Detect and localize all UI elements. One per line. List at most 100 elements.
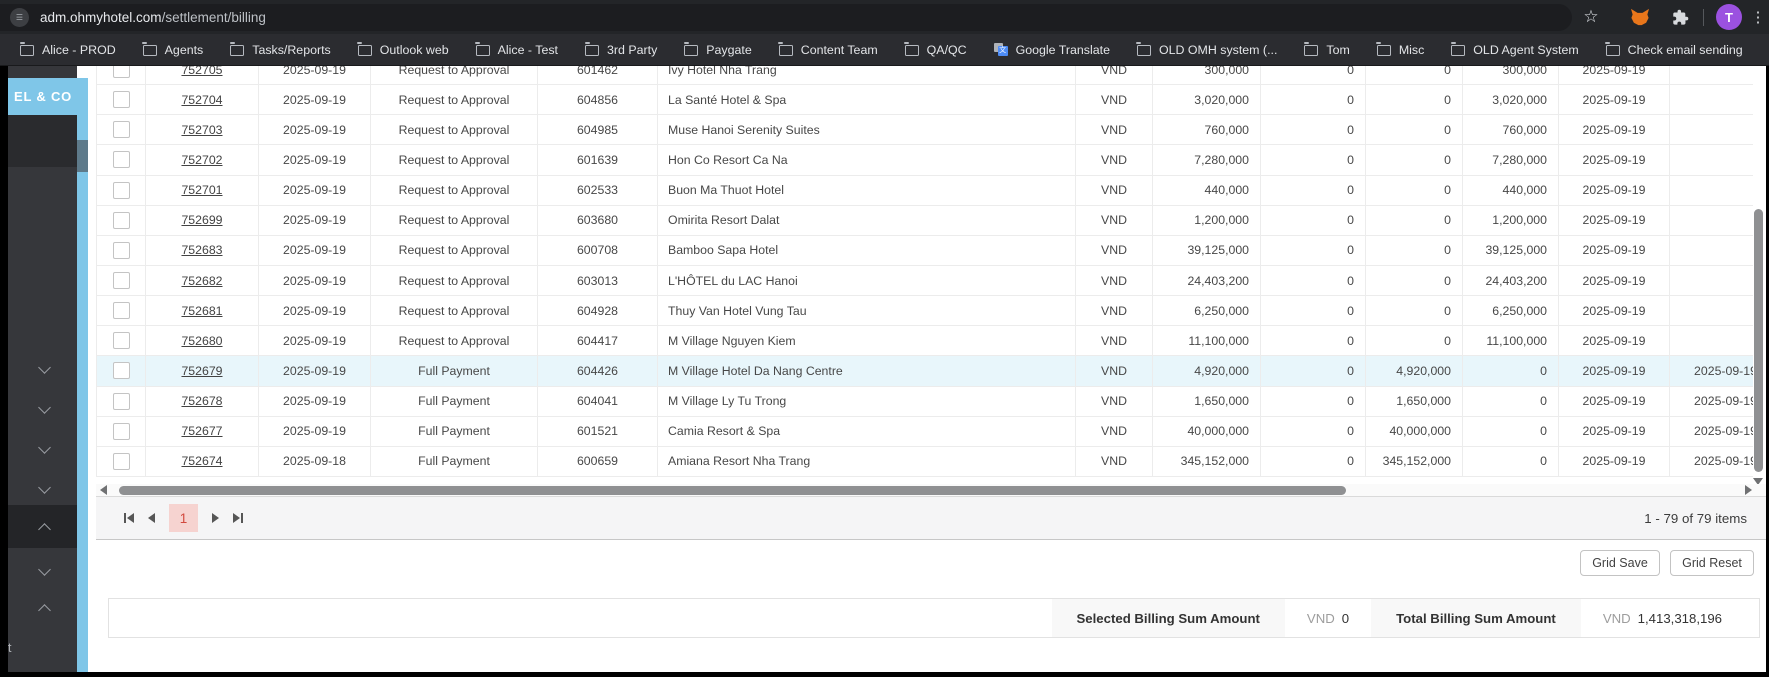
bookmark-folder[interactable]: Tasks/Reports	[229, 42, 331, 57]
property-no-cell: 600708	[538, 235, 658, 265]
status-cell: Request to Approval	[371, 145, 538, 175]
billing-id-link[interactable]: 752681	[181, 304, 222, 318]
sidebar-scroll-thumb[interactable]	[77, 140, 88, 172]
table-row: 752704 2025-09-19 Request to Approval 60485…	[96, 85, 1753, 116]
row-checkbox[interactable]	[112, 211, 130, 229]
bookmark-folder[interactable]: OLD Agent System	[1450, 42, 1579, 57]
billing-id-cell: 752701	[146, 175, 259, 205]
billing-amount-cell: 1,200,000	[1153, 205, 1261, 235]
sidebar-footer-label: it	[8, 640, 12, 655]
bookmark-star-icon[interactable]: ☆	[1578, 0, 1604, 34]
bookmark-folder[interactable]: 文 Google Translate	[993, 43, 1110, 57]
bookmark-folder[interactable]: QA/QC	[904, 42, 967, 57]
row-checkbox[interactable]	[112, 422, 130, 440]
bookmark-folder[interactable]: Agents	[142, 42, 204, 57]
bookmark-folder[interactable]: Alice - PROD	[19, 42, 116, 57]
property-no-cell: 601521	[538, 416, 658, 446]
bookmark-folder[interactable]: OLD OMH system (...	[1136, 42, 1277, 57]
bookmark-folder[interactable]: Misc	[1376, 42, 1425, 57]
billing-id-link[interactable]: 752701	[181, 183, 222, 197]
bookmark-label: Paygate	[706, 42, 752, 57]
bookmark-folder[interactable]: Tom	[1303, 42, 1350, 57]
site-info-icon[interactable]: ☰	[10, 8, 29, 27]
row-checkbox[interactable]	[112, 151, 130, 169]
profile-avatar[interactable]: T	[1716, 4, 1742, 30]
billing-id-link[interactable]: 752677	[181, 424, 222, 438]
google-translate-icon: 文	[993, 43, 1008, 56]
row-checkbox-cell	[96, 446, 146, 476]
row-checkbox[interactable]	[112, 181, 130, 199]
property-name-cell: M Village Ly Tu Trong	[658, 386, 1076, 416]
bookmark-folder[interactable]: 3rd Party	[584, 42, 657, 57]
payment-date-cell	[1670, 176, 1753, 205]
billing-id-link[interactable]: 752678	[181, 394, 222, 408]
billing-id-link[interactable]: 752679	[181, 364, 222, 378]
row-checkbox[interactable]	[112, 392, 130, 410]
property-name-cell: Bamboo Sapa Hotel	[658, 235, 1076, 265]
pager-prev-button[interactable]	[148, 513, 155, 523]
row-checkbox[interactable]	[112, 302, 130, 320]
horizontal-scrollbar-thumb[interactable]	[119, 486, 1346, 495]
row-checkbox-cell	[96, 265, 146, 296]
adjust-amount-cell: 0	[1261, 175, 1366, 205]
scroll-left-arrow[interactable]	[100, 485, 107, 495]
scroll-right-arrow[interactable]	[1745, 485, 1752, 495]
billing-id-link[interactable]: 752680	[181, 334, 222, 348]
billing-id-link[interactable]: 752699	[181, 213, 222, 227]
row-checkbox[interactable]	[112, 362, 130, 380]
row-checkbox[interactable]	[112, 241, 130, 259]
bookmark-folder[interactable]: Content Team	[778, 42, 878, 57]
bookmark-folder[interactable]: Alice - Test	[475, 42, 558, 57]
extensions-icon[interactable]	[1666, 0, 1694, 34]
billing-id-link[interactable]: 752674	[181, 454, 222, 468]
billing-id-cell: 752682	[146, 265, 259, 296]
unpaid-amount-cell: 7,280,000	[1463, 145, 1559, 175]
billing-id-link[interactable]: 752683	[181, 243, 222, 257]
status-cell: Request to Approval	[371, 175, 538, 205]
status-cell: Request to Approval	[371, 265, 538, 296]
grid-reset-button[interactable]: Grid Reset	[1670, 550, 1754, 576]
row-checkbox[interactable]	[112, 91, 130, 109]
property-no-cell: 604856	[538, 85, 658, 115]
billing-amount-cell: 1,650,000	[1153, 386, 1261, 416]
approval-date-cell: 2025-09-19	[1559, 66, 1670, 85]
billing-id-link[interactable]: 752682	[181, 274, 222, 288]
pager-next-button[interactable]	[212, 513, 219, 523]
paid-amount-cell: 0	[1366, 265, 1463, 296]
billing-id-link[interactable]: 752703	[181, 123, 222, 137]
bookmark-folder[interactable]: Outlook web	[357, 42, 449, 57]
row-checkbox[interactable]	[112, 66, 130, 79]
chrome-menu-icon[interactable]: ⋮	[1748, 0, 1768, 34]
row-checkbox[interactable]	[112, 452, 130, 470]
pager-first-button[interactable]	[124, 513, 134, 523]
billing-id-link[interactable]: 752702	[181, 153, 222, 167]
pager-last-button[interactable]	[233, 513, 243, 523]
row-checkbox[interactable]	[112, 272, 130, 290]
pager-page-1[interactable]: 1	[169, 504, 198, 532]
grid-save-button[interactable]: Grid Save	[1580, 550, 1660, 576]
billing-id-link[interactable]: 752705	[181, 66, 222, 77]
fox-extension-icon[interactable]	[1626, 0, 1654, 34]
bookmark-label: Tom	[1326, 42, 1350, 57]
bookmark-label: Misc	[1398, 42, 1425, 57]
paid-amount-cell: 345,152,000	[1366, 446, 1463, 476]
url-text: adm.ohmyhotel.com/settlement/billing	[40, 10, 266, 25]
vertical-scrollbar-thumb[interactable]	[1754, 209, 1763, 472]
row-checkbox[interactable]	[112, 121, 130, 139]
status-cell: Request to Approval	[371, 326, 538, 356]
table-row: 752680 2025-09-19 Request to Approval 60441…	[96, 326, 1753, 357]
bookmark-folder[interactable]: Paygate	[683, 42, 752, 57]
folder-icon	[19, 42, 34, 56]
selected-sum-value: VND 0	[1306, 610, 1350, 626]
currency-cell: VND	[1076, 175, 1153, 205]
bookmark-label: Agents	[164, 42, 204, 57]
adjust-amount-cell: 0	[1261, 416, 1366, 446]
currency-cell: VND	[1076, 265, 1153, 296]
billing-id-link[interactable]: 752704	[181, 93, 222, 107]
row-checkbox[interactable]	[112, 332, 130, 350]
address-bar[interactable]: ☰ adm.ohmyhotel.com/settlement/billing	[0, 4, 1572, 31]
property-no-cell: 603680	[538, 205, 658, 235]
property-no-cell: 601639	[538, 145, 658, 175]
bookmark-folder[interactable]: Check email sending	[1605, 42, 1743, 57]
property-no-cell: 604417	[538, 326, 658, 356]
